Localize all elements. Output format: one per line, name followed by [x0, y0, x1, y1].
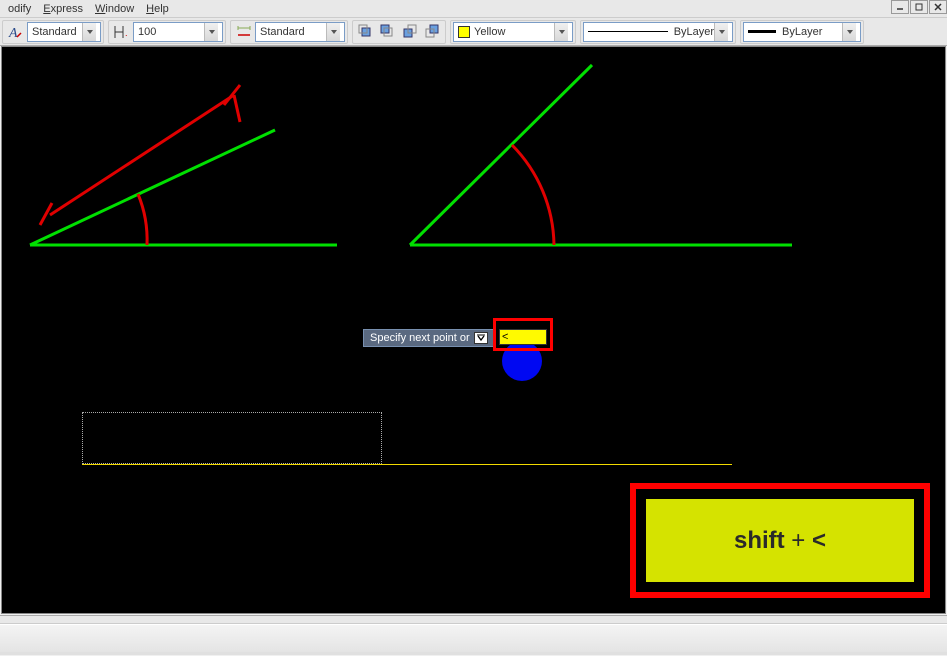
down-arrow-icon: [474, 332, 488, 344]
linetype-dropdown[interactable]: ByLayer: [583, 22, 733, 42]
linetype-value: ByLayer: [674, 26, 714, 38]
lineweight-value: ByLayer: [782, 26, 822, 38]
instruction-text: shift + <: [646, 499, 914, 582]
command-line[interactable]: [0, 624, 947, 652]
dim-style-section: Standard: [230, 20, 348, 44]
dropdown-arrow-icon[interactable]: [204, 23, 218, 41]
dim-style-icon[interactable]: [234, 22, 254, 42]
bring-above-icon[interactable]: [400, 22, 420, 42]
menu-modify[interactable]: odify: [2, 2, 37, 16]
text-height-value: 100: [138, 26, 156, 38]
yellow-line[interactable]: [82, 464, 732, 465]
text-style-dropdown[interactable]: Standard: [27, 22, 101, 42]
window-controls: [890, 0, 947, 18]
menu-help[interactable]: Help: [140, 2, 175, 16]
menubar: odify Express Window Help: [0, 0, 947, 18]
maximize-button[interactable]: [910, 0, 928, 14]
line-weight-sample: [748, 30, 776, 33]
line-sample: [588, 31, 668, 32]
bring-front-icon[interactable]: [356, 22, 376, 42]
text-height-section: . 100: [108, 20, 226, 44]
text-style-value: Standard: [32, 26, 77, 38]
dropdown-arrow-icon[interactable]: [842, 23, 856, 41]
dynamic-input-tooltip: Specify next point or: [363, 329, 495, 347]
lineweight-dropdown[interactable]: ByLayer: [743, 22, 861, 42]
lineweight-section: ByLayer: [740, 20, 864, 44]
command-prompt-label: Specify next point or: [363, 329, 495, 347]
menu-window[interactable]: Window: [89, 2, 140, 16]
menu-express[interactable]: Express: [37, 2, 89, 16]
dropdown-arrow-icon[interactable]: [326, 23, 340, 41]
drawing-canvas[interactable]: Specify next point or < shift + <: [1, 46, 946, 614]
dim-style-value: Standard: [260, 26, 305, 38]
text-style-icon[interactable]: A: [6, 22, 26, 42]
dim-style-dropdown[interactable]: Standard: [255, 22, 345, 42]
dimension-icon[interactable]: .: [112, 22, 132, 42]
minimize-button[interactable]: [891, 0, 909, 14]
dropdown-arrow-icon[interactable]: [554, 23, 568, 41]
dropdown-arrow-icon[interactable]: [82, 23, 96, 41]
send-below-icon[interactable]: [422, 22, 442, 42]
color-swatch: [458, 26, 470, 38]
color-value: Yellow: [474, 26, 505, 38]
bottom-panel: [0, 615, 947, 655]
toolbar: A Standard . 100 Standard: [0, 18, 947, 46]
text-height-dropdown[interactable]: 100: [133, 22, 223, 42]
send-back-icon[interactable]: [378, 22, 398, 42]
linetype-section: ByLayer: [580, 20, 736, 44]
arrange-section: [352, 20, 446, 44]
color-section: Yellow: [450, 20, 576, 44]
close-button[interactable]: [929, 0, 947, 14]
color-dropdown[interactable]: Yellow: [453, 22, 573, 42]
instruction-callout: shift + <: [630, 483, 930, 598]
svg-text:A: A: [8, 26, 18, 41]
selection-rectangle: [82, 412, 382, 464]
dynamic-input-field[interactable]: <: [499, 329, 547, 345]
text-style-section: A Standard: [2, 20, 104, 44]
dropdown-arrow-icon[interactable]: [714, 23, 728, 41]
svg-text:.: .: [125, 28, 128, 38]
